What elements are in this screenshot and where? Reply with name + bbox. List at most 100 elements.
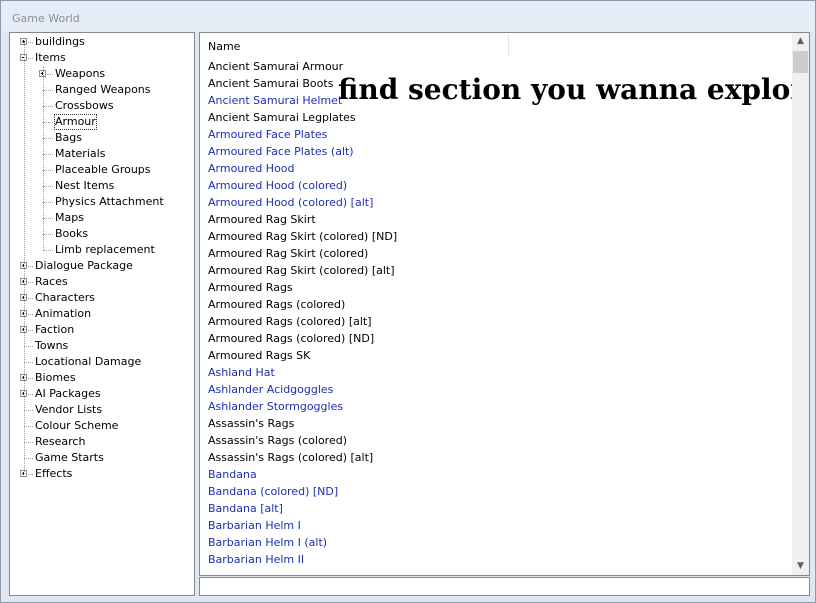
detail-field[interactable] xyxy=(199,577,810,596)
list-item[interactable]: Ancient Samurai Legplates xyxy=(208,109,356,126)
list-item[interactable]: Barbarian Helm I (alt) xyxy=(208,534,327,551)
tree-item-label: Crossbows xyxy=(55,99,114,112)
list-item[interactable]: Barbarian Helm I xyxy=(208,517,301,534)
tree-item[interactable]: Faction xyxy=(10,322,194,338)
list-item[interactable]: Armoured Rags (colored) xyxy=(208,296,345,313)
tree-item[interactable]: Towns xyxy=(10,338,194,354)
tree-item[interactable]: Animation xyxy=(10,306,194,322)
tree-connector xyxy=(28,266,33,268)
list-item[interactable]: Bandana xyxy=(208,466,257,483)
list-item[interactable]: Armoured Rag Skirt (colored) [alt] xyxy=(208,262,395,279)
tree-item[interactable]: Vendor Lists xyxy=(10,402,194,418)
tree-item-label: Items xyxy=(35,51,66,64)
title-bar[interactable]: Game World xyxy=(1,1,815,31)
list-item[interactable]: Armoured Rags (colored) [ND] xyxy=(208,330,374,347)
tree-item[interactable]: AI Packages xyxy=(10,386,194,402)
tree-item-label: Maps xyxy=(55,211,84,224)
list-item[interactable]: Ancient Samurai Armour xyxy=(208,58,343,75)
tree-connector xyxy=(28,314,33,316)
tree-item[interactable]: Ranged Weapons xyxy=(10,82,194,98)
tree-item-label: Bags xyxy=(55,131,83,144)
tree-item-label: Ranged Weapons xyxy=(55,83,151,96)
tree-connector xyxy=(28,330,33,332)
tree-item[interactable]: Items xyxy=(10,50,194,66)
list-item[interactable]: Ashlander Acidgoggles xyxy=(208,381,333,398)
list-item[interactable]: Armoured Rags xyxy=(208,279,293,296)
list-item[interactable]: Bandana [alt] xyxy=(208,500,283,517)
tree-item[interactable]: Placeable Groups xyxy=(10,162,194,178)
list-item[interactable]: Armoured Face Plates (alt) xyxy=(208,143,354,160)
tree-connector xyxy=(47,74,53,76)
vertical-scrollbar[interactable]: ▲ ▼ xyxy=(792,33,809,575)
tree-item-label: Physics Attachment xyxy=(55,195,164,208)
scroll-up-button[interactable]: ▲ xyxy=(792,33,809,50)
tree-item[interactable]: Armour xyxy=(10,114,194,130)
list-item[interactable]: Armoured Face Plates xyxy=(208,126,327,143)
tree-item[interactable]: Research xyxy=(10,434,194,450)
list-item[interactable]: Armoured Rags (colored) [alt] xyxy=(208,313,372,330)
tree-connector xyxy=(43,250,53,252)
tree-item-label: Weapons xyxy=(55,67,106,80)
tree-item-label: Materials xyxy=(55,147,106,160)
tree-item[interactable]: Maps xyxy=(10,210,194,226)
list-item[interactable]: Armoured Rags SK xyxy=(208,347,310,364)
tree-item-label: Armour xyxy=(54,114,97,130)
tree-item[interactable]: Dialogue Package xyxy=(10,258,194,274)
game-world-window: Game World buildings Items Weapons Ranged W… xyxy=(0,0,816,603)
list-item[interactable]: Assassin's Rags (colored) [alt] xyxy=(208,449,373,466)
tree-item-label: Faction xyxy=(35,323,75,336)
tree-connector xyxy=(28,298,33,300)
list-item[interactable]: Armoured Hood (colored) xyxy=(208,177,347,194)
scroll-down-button[interactable]: ▼ xyxy=(792,558,809,575)
tree-item[interactable]: Books xyxy=(10,226,194,242)
column-header-name[interactable]: Name xyxy=(200,33,790,58)
tree-item-label: Towns xyxy=(35,339,69,352)
column-header-label: Name xyxy=(208,40,241,53)
tree-item-label: Game Starts xyxy=(35,451,104,464)
scroll-thumb[interactable] xyxy=(793,51,808,73)
tree-item[interactable]: Colour Scheme xyxy=(10,418,194,434)
tree-item[interactable]: Crossbows xyxy=(10,98,194,114)
tree-item[interactable]: Limb replacement xyxy=(10,242,194,258)
tree-item[interactable]: Locational Damage xyxy=(10,354,194,370)
category-tree[interactable]: buildings Items Weapons Ranged Weapons Cross… xyxy=(9,32,195,596)
tree-connector xyxy=(28,394,33,396)
list-item[interactable]: Armoured Rag Skirt xyxy=(208,211,316,228)
tree-item[interactable]: Bags xyxy=(10,130,194,146)
list-item[interactable]: Bandana (colored) [ND] xyxy=(208,483,338,500)
list-item[interactable]: Armoured Rag Skirt (colored) xyxy=(208,245,368,262)
tree-item[interactable]: Nest Items xyxy=(10,178,194,194)
list-item[interactable]: Assassin's Rags (colored) xyxy=(208,432,347,449)
list-item[interactable]: Assassin's Rags xyxy=(208,415,294,432)
item-list[interactable]: Name Ancient Samurai Armour Ancient Samur… xyxy=(199,32,810,576)
tree-item[interactable]: Weapons xyxy=(10,66,194,82)
list-item[interactable]: Ashlander Stormgoggles xyxy=(208,398,343,415)
list-item[interactable]: Armoured Rag Skirt (colored) [ND] xyxy=(208,228,397,245)
tree-item-label: Characters xyxy=(35,291,96,304)
tree-item-label: Biomes xyxy=(35,371,76,384)
tree-item[interactable]: buildings xyxy=(10,34,194,50)
tree-item[interactable]: Game Starts xyxy=(10,450,194,466)
list-item[interactable]: Ashland Hat xyxy=(208,364,275,381)
list-item[interactable]: Armoured Hood xyxy=(208,160,295,177)
tree-item-label: Vendor Lists xyxy=(35,403,103,416)
list-item[interactable]: Ancient Samurai Helmet xyxy=(208,92,342,109)
tree-branch-line xyxy=(43,66,45,250)
tree-item[interactable]: Characters xyxy=(10,290,194,306)
tree-item[interactable]: Materials xyxy=(10,146,194,162)
list-item[interactable]: Ancient Samurai Boots xyxy=(208,75,333,92)
tree-item-label: Dialogue Package xyxy=(35,259,133,272)
tree-item[interactable]: Physics Attachment xyxy=(10,194,194,210)
tree-item[interactable]: Biomes xyxy=(10,370,194,386)
column-separator[interactable] xyxy=(508,35,509,56)
tree-item[interactable]: Races xyxy=(10,274,194,290)
tree-item[interactable]: Effects xyxy=(10,466,194,482)
tree-item-label: Effects xyxy=(35,467,73,480)
tree-connector xyxy=(28,58,33,60)
list-item[interactable]: Barbarian Helm II xyxy=(208,551,304,568)
tree-connector xyxy=(28,474,33,476)
tree-item-label: Research xyxy=(35,435,86,448)
tree-item-label: Books xyxy=(55,227,89,240)
list-item[interactable]: Armoured Hood (colored) [alt] xyxy=(208,194,373,211)
tree-connector xyxy=(28,282,33,284)
